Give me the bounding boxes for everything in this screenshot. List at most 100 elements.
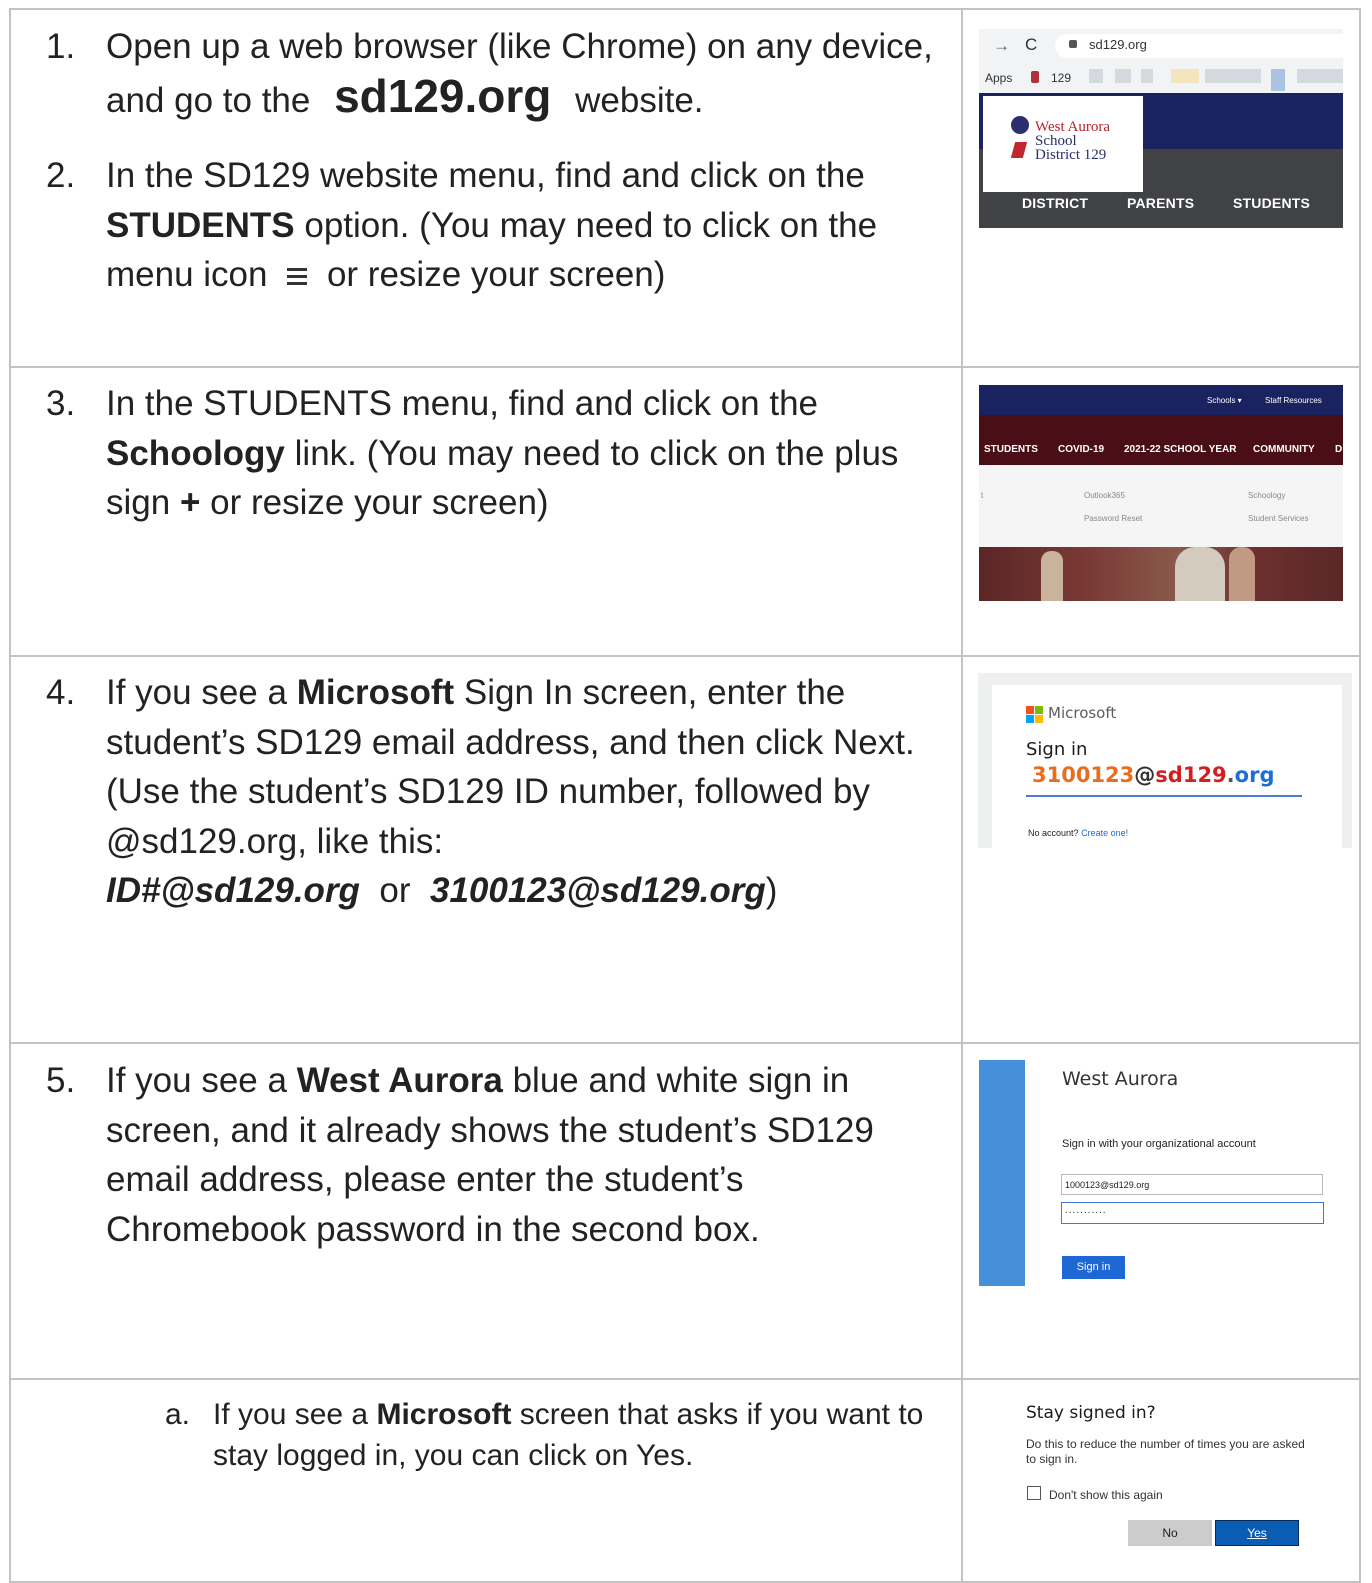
step-number: 4. [46,673,76,712]
blurred-bookmark [1089,69,1103,83]
students-photo [979,547,1343,601]
menu-covid: COVID-19 [1058,444,1105,455]
microsoft-logo-icon [1026,706,1044,724]
row-divider [11,655,1359,657]
dont-show-checkbox [1027,1486,1041,1500]
password-reset-link: Password Reset [1084,514,1143,523]
step-1: 1. Open up a web browser (like Chrome) o… [46,22,936,125]
step-text: In the STUDENTS menu, find and click on … [106,384,818,423]
stay-signed-in-screenshot: Stay signed in? Do this to reduce the nu… [1012,1395,1352,1577]
outlook-link: Outlook365 [1084,491,1125,500]
nav-students: STUDENTS [1233,195,1311,211]
url-text: sd129.org [1089,37,1147,52]
forward-arrow-icon: → [993,36,1010,55]
row-divider [11,1378,1359,1380]
blurred-bookmark [1171,69,1199,83]
microsoft-label: Microsoft [296,673,455,712]
yes-button: Yes [1215,1520,1299,1546]
blue-side-panel [979,1060,1025,1286]
step-number: 3. [46,384,76,423]
bookmark-129: 129 [1051,71,1072,85]
step-number: 1. [46,27,76,66]
step-text: If you see a [106,1061,287,1100]
step-5a: a. If you see a Microsoft screen that as… [165,1394,943,1476]
feather-icon [1010,142,1028,158]
no-button: No [1128,1520,1212,1546]
step-text: If you see a [213,1398,369,1431]
stay-description: Do this to reduce the number of times yo… [1026,1437,1305,1466]
step-text: If you see a [106,673,287,712]
students-label: STUDENTS [106,205,295,245]
step-text: In the SD129 website menu, find and clic… [106,156,865,195]
no-account: No account? Create one! [1028,828,1129,838]
west-aurora-label: West Aurora [296,1061,503,1100]
west-aurora-signin-screenshot: West Aurora Sign in with your organizati… [979,1060,1343,1286]
step-5: 5. If you see a West Aurora blue and whi… [46,1056,936,1254]
step-text: or resize your screen) [210,483,549,522]
blurred-bookmark [1297,69,1343,83]
signin-card: Microsoft Sign in 3100123@sd129.org No a… [992,685,1342,848]
row-divider [11,366,1359,368]
bookmarks-bar: Apps 129 [979,63,1343,93]
stay-heading: Stay signed in? [1026,1403,1156,1423]
district-logo: West Aurora School District 129 [983,96,1143,192]
step-number: 2. [46,156,76,195]
step-text: ) [765,871,778,910]
email-underline [1026,795,1302,797]
step-text: website. [575,80,704,120]
step-text: or resize your screen) [326,255,666,294]
site-url: sd129.org [334,69,552,122]
nav-parents: PARENTS [1127,195,1195,211]
wa-subtitle: Sign in with your organizational account [1062,1138,1256,1150]
wa-title: West Aurora [1062,1068,1179,1090]
logo-text: West Aurora School District 129 [1035,119,1111,163]
schools-link: Schools ▾ [1207,396,1242,405]
apps-bookmark: Apps [985,71,1013,85]
step-3: 3. In the STUDENTS menu, find and click … [46,379,936,528]
email-example-id: ID#@sd129.org [106,871,360,910]
email-value: 3100123@sd129.org [1032,763,1275,787]
step-2: 2. In the SD129 website menu, find and c… [46,151,946,300]
utility-bar: Schools ▾ Staff Resources [979,385,1343,415]
step-number: 5. [46,1061,76,1100]
blurred-bookmark [1141,69,1153,83]
email-example-number: 3100123@sd129.org [429,871,766,910]
plus-sign: + [179,483,201,522]
column-divider [961,10,963,1581]
student-services-link: Student Services [1248,514,1309,523]
step-number: a. [165,1398,191,1431]
step-text: or [379,871,411,910]
nav-district: DISTRICT [1022,195,1089,211]
address-bar: → C sd129.org [979,29,1343,63]
blurred-bookmark [1205,69,1261,83]
menu-school-year: 2021-22 SCHOOL YEAR [1124,444,1237,455]
staff-resources-link: Staff Resources [1265,396,1322,405]
menu-community: COMMUNITY [1253,444,1315,455]
wa-signin-button: Sign in [1062,1256,1125,1279]
favicon-icon [1031,71,1039,83]
seal-icon [1011,116,1029,134]
blurred-bookmark [1271,69,1285,91]
step-4: 4. If you see a Microsoft Sign In screen… [46,668,916,916]
menu-d: D [1335,444,1343,455]
menu-students: STUDENTS [984,444,1038,455]
hamburger-menu-icon [283,266,311,288]
microsoft-brand: Microsoft [1048,704,1117,722]
wa-password-field: ........... [1061,1202,1324,1224]
omnibox: sd129.org [1055,34,1343,58]
microsoft-signin-screenshot: Microsoft Sign in 3100123@sd129.org No a… [978,673,1352,848]
lock-icon [1069,40,1077,48]
menu-fragment: t [981,491,984,500]
microsoft-label: Microsoft [376,1398,512,1431]
schoology-link: Schoology [1248,491,1286,500]
wa-email-field: 1000123@sd129.org [1061,1174,1323,1195]
row-divider [11,1042,1359,1044]
browser-screenshot: → C sd129.org Apps 129 West Aurora Schoo… [979,29,1343,228]
schoology-label: Schoology [106,433,285,473]
students-menu-screenshot: Schools ▾ Staff Resources STUDENTS COVID… [979,385,1343,601]
dont-show-label: Don't show this again [1049,1488,1163,1502]
reload-icon: C [1025,35,1038,54]
create-account-link: Create one! [1081,828,1129,838]
blurred-bookmark [1115,69,1131,83]
signin-heading: Sign in [1026,739,1088,760]
